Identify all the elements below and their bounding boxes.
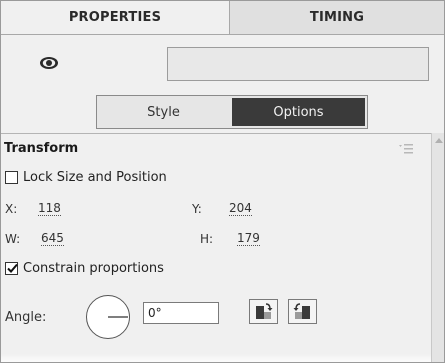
constrain-proportions-checkbox[interactable] [5, 262, 18, 275]
lock-size-position-checkbox[interactable] [5, 171, 18, 184]
tab-properties[interactable]: PROPERTIES [1, 1, 230, 34]
y-label: Y: [192, 202, 202, 216]
rotate-counterclockwise-button[interactable] [249, 299, 278, 324]
panel-tabs: PROPERTIES TIMING [1, 1, 444, 35]
checkmark-icon [7, 263, 18, 273]
h-value[interactable]: 179 [237, 231, 260, 246]
eye-icon[interactable] [38, 55, 60, 71]
rotate-counterclockwise-icon [256, 303, 273, 319]
y-value[interactable]: 204 [229, 201, 252, 216]
section-title: Transform [4, 141, 79, 156]
angle-input[interactable] [143, 302, 219, 324]
w-label: W: [5, 232, 21, 246]
properties-panel: PROPERTIES TIMING Style Options Transfor… [0, 0, 445, 363]
vertical-scrollbar[interactable] [431, 133, 444, 362]
angle-dial[interactable] [85, 294, 131, 340]
constrain-proportions-label: Constrain proportions [23, 261, 164, 276]
style-tab-button[interactable]: Style [97, 96, 230, 128]
rotate-clockwise-button[interactable] [288, 299, 317, 324]
item-name-input[interactable] [167, 47, 429, 81]
constrain-proportions-row[interactable]: Constrain proportions [5, 261, 164, 276]
w-value[interactable]: 645 [41, 231, 64, 246]
tab-timing[interactable]: TIMING [230, 1, 444, 34]
cutoff-gradient [1, 354, 431, 362]
scroll-up-arrow-icon[interactable] [435, 138, 443, 143]
options-tab-button[interactable]: Options [232, 98, 365, 126]
x-label: X: [5, 202, 18, 216]
transform-section: Transform Lock Size and Position X: 118 … [1, 133, 431, 362]
rotate-clockwise-icon [293, 303, 310, 319]
x-value[interactable]: 118 [38, 201, 61, 216]
angle-label: Angle: [5, 310, 47, 325]
lock-size-position-label: Lock Size and Position [23, 170, 167, 185]
panel-menu-icon[interactable] [398, 143, 414, 155]
lock-size-position-row[interactable]: Lock Size and Position [5, 170, 167, 185]
h-label: H: [200, 232, 214, 246]
style-options-toggle: Style Options [96, 95, 368, 129]
